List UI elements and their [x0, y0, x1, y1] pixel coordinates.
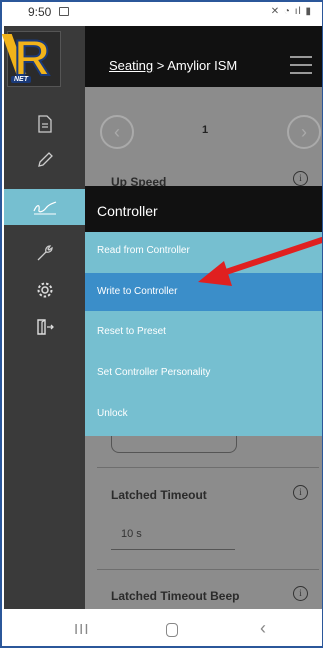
wrench-icon	[37, 245, 53, 261]
divider	[97, 467, 319, 468]
sidebar-item-tools[interactable]	[4, 235, 85, 271]
status-bar: 9:50 ✕ ◔ ıl ▮	[2, 2, 322, 26]
latched-timeout-underline	[111, 549, 235, 550]
pager: ‹ 1 ›	[85, 87, 322, 149]
document-icon	[37, 115, 52, 133]
sidebar-item-settings[interactable]	[4, 272, 85, 308]
controller-menu: Read from Controller Write to Controller…	[85, 232, 322, 436]
app-header: Seating > Amylior ISM	[85, 26, 322, 87]
logo-net-label: NET	[11, 76, 31, 83]
info-icon[interactable]: i	[293, 171, 308, 186]
setting-label-latched-timeout: Latched Timeout	[111, 488, 207, 502]
info-icon[interactable]: i	[293, 586, 308, 601]
gallery-notification-icon	[59, 7, 69, 16]
breadcrumb-link-seating[interactable]: Seating	[109, 58, 153, 73]
controller-menu-title[interactable]: Controller	[85, 186, 322, 232]
status-time: 9:50	[28, 5, 52, 19]
divider	[97, 569, 319, 570]
info-icon[interactable]: i	[293, 485, 308, 500]
hamburger-menu-icon[interactable]	[290, 56, 312, 74]
recent-apps-icon[interactable]: III	[74, 621, 90, 638]
sidebar-item-seating[interactable]	[4, 189, 85, 225]
home-icon[interactable]	[166, 623, 178, 637]
latched-timeout-value[interactable]: 10 s	[121, 528, 142, 540]
hand-signature-icon	[32, 201, 56, 215]
menu-item-unlock[interactable]: Unlock	[85, 395, 322, 433]
back-icon[interactable]: ‹	[260, 618, 266, 639]
system-nav-bar: III ‹	[4, 609, 322, 646]
rnet-logo[interactable]: R NET	[2, 29, 61, 87]
breadcrumb: Seating > Amylior ISM	[109, 58, 237, 73]
breadcrumb-separator: >	[153, 58, 168, 73]
status-icons: ✕ ◔ ıl ▮	[270, 6, 312, 17]
exit-door-icon	[36, 319, 54, 335]
menu-item-write-to-controller[interactable]: Write to Controller	[85, 273, 322, 311]
breadcrumb-current: Amylior ISM	[167, 58, 238, 73]
menu-item-reset-to-preset[interactable]: Reset to Preset	[85, 313, 322, 351]
sidebar-item-exit[interactable]	[4, 309, 85, 345]
app-frame: 9:50 ✕ ◔ ıl ▮ R NET Seating > Amylior IS…	[0, 0, 323, 648]
sidebar-item-edit[interactable]	[4, 142, 85, 178]
next-page-button[interactable]: ›	[287, 115, 321, 149]
menu-item-set-controller-personality[interactable]: Set Controller Personality	[85, 354, 322, 392]
pencil-icon	[37, 152, 53, 167]
sidebar: R NET	[2, 26, 85, 609]
gear-icon	[37, 282, 52, 298]
sidebar-item-document[interactable]	[4, 106, 85, 142]
menu-item-read-from-controller[interactable]: Read from Controller	[85, 232, 322, 270]
setting-label-latched-timeout-beep: Latched Timeout Beep	[111, 589, 240, 603]
